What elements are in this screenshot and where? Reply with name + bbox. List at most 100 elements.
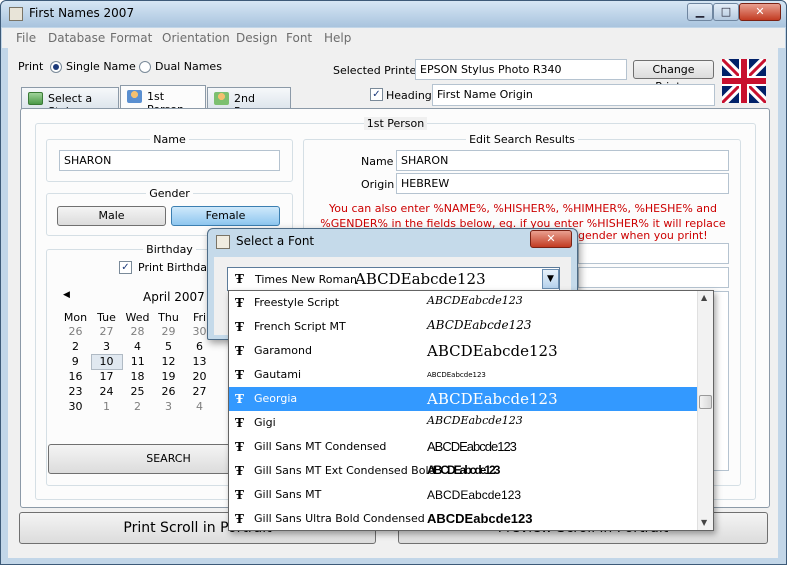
- scrollbar-thumb[interactable]: [699, 395, 712, 409]
- calendar-day[interactable]: 25: [122, 384, 153, 399]
- calendar-day[interactable]: 6: [184, 339, 215, 354]
- font-name: French Script MT: [254, 320, 346, 333]
- edit-results-title: Edit Search Results: [466, 133, 578, 146]
- dialog-title: Select a Font: [236, 234, 315, 248]
- calendar-day[interactable]: 19: [153, 369, 184, 384]
- calendar-day[interactable]: 3: [153, 399, 184, 414]
- name-field[interactable]: SHARON: [59, 150, 280, 171]
- font-dropdown-list: Ŧ Freestyle Script ABCDEabcde123 Ŧ Frenc…: [228, 290, 714, 531]
- font-list-item[interactable]: Ŧ Gigi ABCDEabcde123: [229, 411, 697, 435]
- text-field[interactable]: [578, 243, 729, 264]
- person-icon: [127, 90, 142, 103]
- calendar-day[interactable]: 27: [91, 324, 122, 339]
- menu-help[interactable]: Help: [324, 31, 351, 45]
- female-button[interactable]: Female: [171, 206, 280, 226]
- font-list-item[interactable]: Ŧ French Script MT ABCDEabcde123: [229, 315, 697, 339]
- maximize-button[interactable]: □: [713, 3, 739, 21]
- calendar-day[interactable]: 17: [91, 369, 122, 384]
- person-icon: [214, 92, 229, 105]
- calendar-day[interactable]: 5: [153, 339, 184, 354]
- font-sample: ABCDEabcde123: [427, 511, 533, 526]
- male-button[interactable]: Male: [57, 206, 166, 226]
- calendar-day[interactable]: 3: [91, 339, 122, 354]
- menu-design[interactable]: Design: [236, 31, 277, 45]
- font-name: Gill Sans Ultra Bold Condensed: [254, 512, 425, 525]
- calendar-day[interactable]: 27: [184, 384, 215, 399]
- menu-file[interactable]: File: [16, 31, 36, 45]
- dual-names-radio[interactable]: [139, 61, 151, 73]
- calendar-day[interactable]: 24: [91, 384, 122, 399]
- result-name-field[interactable]: SHARON: [396, 150, 729, 171]
- font-list-item[interactable]: Ŧ Garamond ABCDEabcde123: [229, 339, 697, 363]
- uk-flag-icon[interactable]: [722, 59, 766, 103]
- prev-month-icon[interactable]: ◀: [63, 290, 70, 300]
- calendar-day[interactable]: 26: [153, 384, 184, 399]
- minimize-button[interactable]: ▁: [687, 3, 713, 21]
- calendar-day-today[interactable]: 10: [90, 353, 123, 370]
- calendar-day[interactable]: 11: [122, 354, 153, 369]
- calendar-day[interactable]: 4: [184, 399, 215, 414]
- truetype-icon: Ŧ: [235, 320, 244, 334]
- font-name: Gill Sans MT: [254, 488, 322, 501]
- truetype-icon: Ŧ: [235, 440, 244, 454]
- truetype-icon: Ŧ: [235, 488, 244, 502]
- menu-database[interactable]: Database: [48, 31, 105, 45]
- calendar-day[interactable]: 12: [153, 354, 184, 369]
- print-label: Print: [18, 60, 44, 73]
- calendar-day[interactable]: 18: [122, 369, 153, 384]
- print-birthday-checkbox[interactable]: ✓: [119, 261, 132, 274]
- title-bar[interactable]: First Names 2007 ▁ □ ✕: [1, 1, 786, 27]
- calendar-grid: Mon Tue Wed Thu Fri 26 27 28 29 30 2 3 4…: [60, 311, 216, 414]
- font-list-item[interactable]: Ŧ Gill Sans Ultra Bold Condensed ABCDEab…: [229, 507, 697, 531]
- result-origin-field[interactable]: HEBREW: [396, 173, 729, 194]
- tab-2nd-person[interactable]: 2nd Person: [207, 87, 291, 118]
- font-list-item-selected[interactable]: Ŧ Georgia ABCDEabcde123: [229, 387, 697, 411]
- menu-format[interactable]: Format: [110, 31, 152, 45]
- calendar-day[interactable]: 16: [60, 369, 91, 384]
- tab-select-a-style[interactable]: Select a Style: [21, 87, 119, 118]
- heading-checkbox[interactable]: ✓: [370, 88, 383, 101]
- scroll-down-icon[interactable]: ▼: [701, 518, 707, 527]
- font-list-item[interactable]: Ŧ Gill Sans MT Condensed ABCDEabcde123: [229, 435, 697, 459]
- single-name-radio[interactable]: [50, 61, 62, 73]
- font-list-item[interactable]: Ŧ Freestyle Script ABCDEabcde123: [229, 291, 697, 315]
- font-list-item[interactable]: Ŧ Gill Sans MT ABCDEabcde123: [229, 483, 697, 507]
- calendar-day[interactable]: 1: [91, 399, 122, 414]
- calendar-day[interactable]: 4: [122, 339, 153, 354]
- printer-field[interactable]: EPSON Stylus Photo R340: [415, 59, 627, 80]
- person-panel-title: 1st Person: [363, 117, 428, 130]
- font-sample: ABCDEabcde123: [427, 414, 523, 427]
- font-sample: ABCDEabcde123: [427, 294, 523, 307]
- font-list-item[interactable]: Ŧ Gill Sans MT Ext Condensed Bold ABCDEa…: [229, 459, 697, 483]
- calendar-day[interactable]: 23: [60, 384, 91, 399]
- calendar-day[interactable]: 2: [60, 339, 91, 354]
- font-name: Gill Sans MT Condensed: [254, 440, 387, 453]
- text-field[interactable]: [578, 267, 729, 288]
- font-sample: ABCDEabcde123: [427, 342, 558, 360]
- calendar-day[interactable]: 20: [184, 369, 215, 384]
- dual-names-label: Dual Names: [155, 60, 222, 73]
- menu-orientation[interactable]: Orientation: [162, 31, 230, 45]
- font-combobox[interactable]: Ŧ Times New Roman ABCDEabcde123 ▼: [227, 267, 560, 291]
- style-icon: [28, 92, 43, 105]
- calendar-day[interactable]: 26: [60, 324, 91, 339]
- menu-font[interactable]: Font: [286, 31, 312, 45]
- truetype-icon: Ŧ: [235, 392, 244, 406]
- change-printer-button[interactable]: Change Printer: [633, 60, 714, 93]
- scroll-up-icon[interactable]: ▲: [701, 293, 707, 302]
- font-list-item[interactable]: Ŧ Gautami ABCDEabcde123: [229, 363, 697, 387]
- dialog-close-button[interactable]: ✕: [530, 230, 572, 248]
- close-button[interactable]: ✕: [739, 3, 781, 21]
- font-sample: ABCDEabcde123: [427, 463, 500, 477]
- calendar-day[interactable]: 28: [122, 324, 153, 339]
- single-name-label: Single Name: [66, 60, 136, 73]
- calendar-day[interactable]: 30: [60, 399, 91, 414]
- tab-1st-person[interactable]: 1st Person: [120, 85, 206, 116]
- calendar-day[interactable]: 13: [184, 354, 215, 369]
- font-list-scrollbar[interactable]: ▲ ▼: [697, 291, 713, 530]
- calendar-day[interactable]: 9: [60, 354, 91, 369]
- calendar-day[interactable]: 2: [122, 399, 153, 414]
- chevron-down-icon[interactable]: ▼: [542, 269, 559, 289]
- calendar-day[interactable]: 29: [153, 324, 184, 339]
- heading-field[interactable]: First Name Origin: [432, 84, 715, 106]
